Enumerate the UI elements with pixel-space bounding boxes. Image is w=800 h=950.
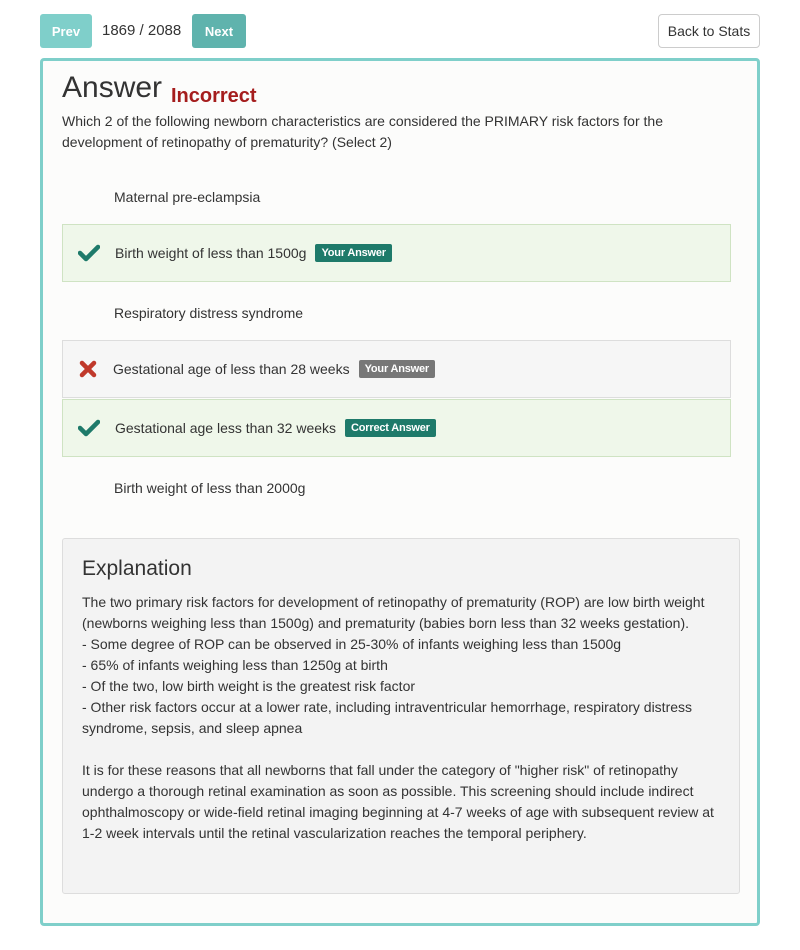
choice-item: Birth weight of less than 1500g Your Ans… <box>62 224 731 282</box>
result-status: Incorrect <box>171 85 257 107</box>
explanation-bullet: - Other risk factors occur at a lower ra… <box>82 699 693 736</box>
answer-heading: Answer <box>62 71 163 104</box>
answer-panel: Answer Incorrect Which 2 of the followin… <box>40 58 760 926</box>
choice-mark <box>62 168 114 226</box>
choice-item: Maternal pre-eclampsia <box>62 168 731 226</box>
your-answer-badge: Your Answer <box>315 244 392 262</box>
choice-mark <box>62 284 114 342</box>
choice-item: Gestational age less than 32 weeks Corre… <box>62 399 731 457</box>
explanation-bullet: - Some degree of ROP can be observed in … <box>82 636 622 652</box>
explanation-title: Explanation <box>82 557 192 580</box>
choice-item: Gestational age of less than 28 weeks Yo… <box>62 340 731 398</box>
choice-mark <box>62 459 114 517</box>
correct-answer-badge: Correct Answer <box>345 419 436 437</box>
choice-label: Respiratory distress syndrome <box>114 305 304 321</box>
choice-item: Birth weight of less than 2000g <box>62 459 731 517</box>
explanation-paragraph: The two primary risk factors for develop… <box>82 594 705 631</box>
navigation-bar: Prev 1869 / 2088 Next Back to Stats <box>40 14 760 48</box>
choice-label: Gestational age less than 32 weeks <box>115 420 337 436</box>
check-icon <box>63 225 115 281</box>
x-icon <box>63 341 113 397</box>
next-button[interactable]: Next <box>192 14 246 48</box>
check-icon <box>63 400 115 456</box>
question-text: Which 2 of the following newborn charact… <box>62 113 663 150</box>
explanation-paragraph: It is for these reasons that all newborn… <box>82 762 714 841</box>
choice-item: Respiratory distress syndrome <box>62 284 731 342</box>
explanation-box: Explanation The two primary risk factors… <box>62 538 740 894</box>
prev-button[interactable]: Prev <box>40 14 92 48</box>
choice-label: Maternal pre-eclampsia <box>114 189 261 205</box>
choice-label: Birth weight of less than 1500g <box>115 245 307 261</box>
your-answer-badge: Your Answer <box>358 360 436 378</box>
choice-label: Gestational age of less than 28 weeks <box>113 361 350 377</box>
explanation-bullet: - 65% of infants weighing less than 1250… <box>82 657 388 673</box>
explanation-bullet: - Of the two, low birth weight is the gr… <box>82 678 416 694</box>
back-to-stats-button[interactable]: Back to Stats <box>658 14 760 48</box>
explanation-body: The two primary risk factors for develop… <box>82 592 722 844</box>
question-counter: 1869 / 2088 <box>102 22 182 39</box>
choice-label: Birth weight of less than 2000g <box>114 480 306 496</box>
